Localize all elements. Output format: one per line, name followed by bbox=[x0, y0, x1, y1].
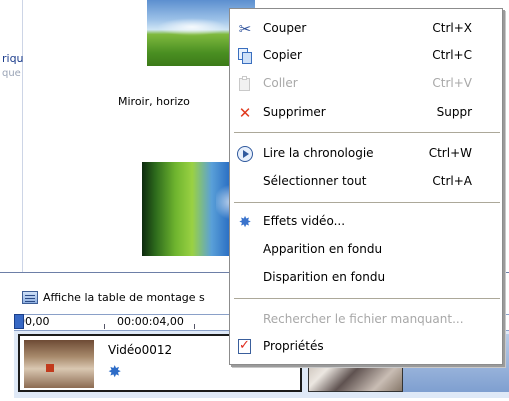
task-link-disabled: que bbox=[2, 68, 21, 79]
menu-item-paste: Coller Ctrl+V bbox=[230, 71, 502, 97]
clip-effect-star-icon: ✸ bbox=[108, 362, 122, 381]
menu-item-properties[interactable]: ✓ Propriétés bbox=[230, 334, 502, 360]
ruler-time-mark: 00:00:04,00 bbox=[117, 315, 184, 328]
copy-icon bbox=[236, 47, 254, 65]
menu-separator bbox=[234, 298, 500, 299]
ruler-tick bbox=[194, 324, 195, 329]
paste-icon bbox=[236, 75, 254, 93]
storyboard-icon bbox=[22, 291, 38, 304]
clip-thumbnail bbox=[24, 340, 94, 388]
playhead-slider[interactable] bbox=[14, 314, 24, 329]
play-icon bbox=[236, 145, 254, 163]
storyboard-toggle-label: Affiche la table de montage s bbox=[43, 291, 205, 304]
menu-item-play-timeline[interactable]: Lire la chronologie Ctrl+W bbox=[230, 141, 502, 167]
context-menu: ✂ Couper Ctrl+X Copier Ctrl+C Coller Ctr… bbox=[229, 8, 503, 365]
menu-item-video-effects[interactable]: ✸ Effets vidéo... bbox=[230, 209, 502, 235]
menu-item-delete[interactable]: ✕ Supprimer Suppr bbox=[230, 100, 502, 126]
effect-caption: Miroir, horizo bbox=[118, 95, 190, 108]
menu-item-fade-out[interactable]: Disparition en fondu bbox=[230, 265, 502, 291]
properties-icon: ✓ bbox=[238, 338, 251, 354]
menu-item-find-missing-file: Rechercher le fichier manquant... bbox=[263, 312, 464, 326]
menu-item-cut[interactable]: ✂ Couper Ctrl+X bbox=[230, 16, 502, 42]
star-effect-icon: ✸ bbox=[238, 212, 252, 231]
menu-separator bbox=[234, 132, 500, 133]
scissors-icon: ✂ bbox=[238, 19, 252, 38]
menu-item-copy[interactable]: Copier Ctrl+C bbox=[230, 43, 502, 69]
menu-separator bbox=[234, 202, 500, 203]
ruler-tick bbox=[104, 324, 105, 329]
task-pane: riques que bbox=[0, 0, 36, 272]
storyboard-toggle-button[interactable]: Affiche la table de montage s bbox=[22, 291, 205, 304]
menu-item-select-all[interactable]: Sélectionner tout Ctrl+A bbox=[230, 169, 502, 195]
clip-name: Vidéo0012 bbox=[108, 343, 173, 357]
delete-x-icon: ✕ bbox=[238, 103, 252, 122]
menu-item-fade-in[interactable]: Apparition en fondu bbox=[230, 237, 502, 263]
